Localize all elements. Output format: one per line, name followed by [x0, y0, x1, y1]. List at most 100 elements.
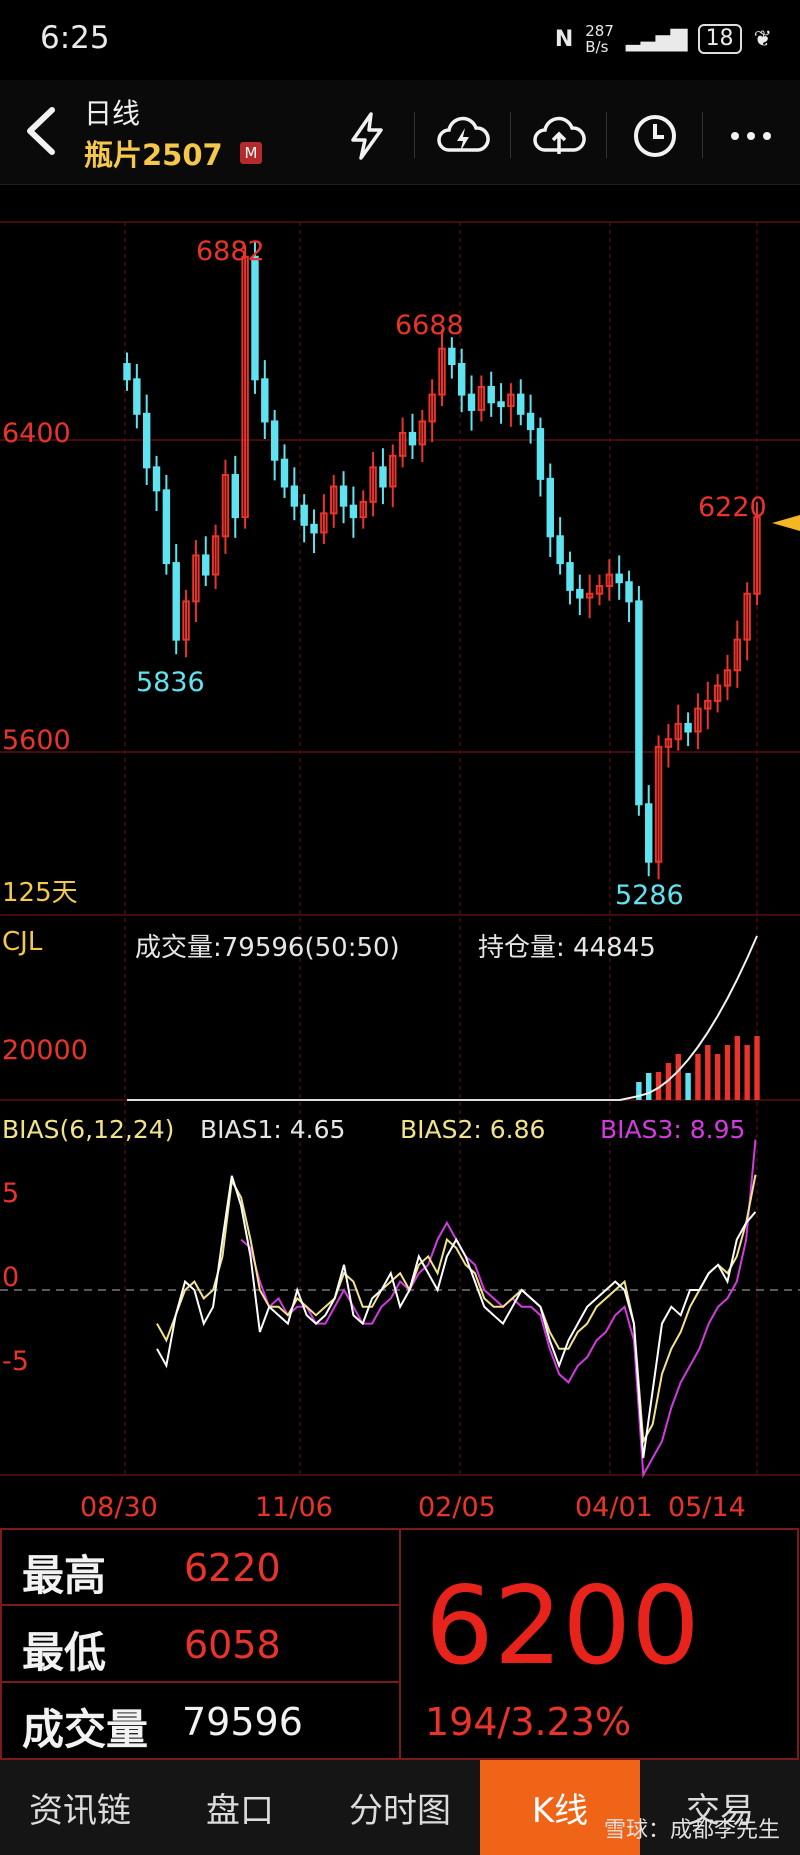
bias-ytick: 5: [2, 1178, 20, 1209]
candle-body: [684, 722, 692, 733]
flash-icon[interactable]: [330, 100, 404, 172]
nav-divider: [606, 112, 607, 158]
candle-body: [526, 412, 535, 431]
status-right: N 287 B/s ▂▃▅▇ 18 ❦: [555, 22, 772, 56]
candle-body: [231, 474, 239, 519]
volume-bar: [754, 1036, 760, 1100]
volume-value: 79596: [182, 1700, 303, 1744]
volume-bar: [646, 1073, 652, 1100]
candle-body: [635, 600, 643, 806]
bias1-line: [156, 1175, 757, 1459]
volume-ytick: 20000: [2, 1035, 88, 1066]
volume-text: 成交量:79596(50:50): [135, 933, 400, 963]
candle-body: [339, 485, 348, 507]
nav-divider: [510, 112, 511, 158]
bias-indicator-name: BIAS(6,12,24): [2, 1115, 175, 1144]
candle-body: [497, 401, 505, 408]
volume-bar: [695, 1054, 701, 1100]
last-price: 6200: [425, 1564, 700, 1689]
nav-divider: [414, 112, 415, 158]
candle-body: [310, 523, 318, 534]
bias-ytick: -5: [2, 1346, 29, 1377]
candle-body: [270, 420, 279, 461]
candle-body: [123, 363, 131, 381]
battery-indicator: 18: [697, 24, 742, 54]
volume-bar: [724, 1045, 731, 1100]
x-tick: 02/05: [418, 1492, 496, 1523]
price-ytick: 6400: [2, 418, 71, 449]
net-speed: 287 B/s: [585, 22, 614, 56]
status-time: 6:25: [40, 20, 110, 56]
volume-key: 成交量: [22, 1705, 149, 1754]
more-icon[interactable]: [714, 100, 788, 172]
bias2-line: [156, 1174, 757, 1445]
last-price-marker: [772, 515, 800, 531]
candle-body: [133, 378, 141, 415]
signal-icon: ▂▃▅▇: [625, 26, 688, 52]
bias2-value: BIAS2: 6.86: [400, 1115, 546, 1144]
volume-bar: [675, 1054, 681, 1100]
candle-body: [576, 588, 584, 599]
candle-body: [625, 581, 633, 603]
x-tick: 04/01: [575, 1492, 653, 1523]
candle-body: [162, 489, 171, 565]
open-interest-text: 持仓量: 44845: [478, 933, 656, 963]
volume-bar: [705, 1045, 711, 1100]
high-key: 最高: [22, 1551, 107, 1600]
candle-body: [457, 363, 466, 396]
low-key: 最低: [22, 1628, 107, 1677]
candle-body: [566, 562, 574, 591]
x-tick: 05/14: [668, 1492, 746, 1523]
candle-body: [556, 535, 564, 565]
quote-info-panel: 最高 6220 最低 6058 成交量 79596 6200 194/3.23%: [0, 1528, 800, 1760]
volume-bar: [744, 1045, 750, 1100]
volume-bar: [714, 1054, 721, 1100]
candle-body: [487, 385, 495, 404]
candle-body: [536, 428, 545, 480]
kline-chart[interactable]: [0, 184, 800, 1544]
x-tick: 08/30: [80, 1492, 158, 1523]
low-value: 6058: [184, 1623, 281, 1667]
bias-series: [156, 1139, 757, 1479]
cloud-flash-icon[interactable]: [426, 100, 500, 172]
high2-label: 6688: [395, 310, 464, 341]
candle-body: [261, 378, 269, 423]
candle-body: [349, 504, 358, 519]
x-tick: 11/06: [255, 1492, 333, 1523]
cloud-upload-icon[interactable]: [522, 100, 596, 172]
bias3-value: BIAS3: 8.95: [600, 1115, 746, 1144]
low2-label: 5286: [615, 880, 684, 911]
candle-body: [448, 347, 456, 365]
candle-body: [202, 554, 210, 576]
status-bar: 6:25 N 287 B/s ▂▃▅▇ 18 ❦: [0, 0, 800, 80]
period-days: 125天: [2, 878, 78, 908]
back-icon[interactable]: [18, 98, 68, 164]
volume-indicator-name: CJL: [2, 927, 43, 957]
period-label: 日线: [84, 97, 141, 130]
leaf-icon: ❦: [753, 26, 772, 52]
high-label: 6882: [196, 236, 265, 267]
nav-divider: [702, 112, 703, 158]
nfc-icon: N: [554, 26, 574, 52]
clock-icon[interactable]: [618, 100, 692, 172]
high-value: 6220: [184, 1546, 281, 1590]
chart-grid: [0, 221, 800, 1476]
low-label: 5836: [136, 667, 205, 698]
candle-body: [408, 431, 417, 446]
price-change: 194/3.23%: [425, 1700, 632, 1744]
volume-bar: [734, 1036, 741, 1100]
tab-news-chain[interactable]: 资讯链: [0, 1760, 160, 1855]
watermark: 雪球：成都李先生: [603, 1818, 780, 1843]
candle-body: [645, 803, 653, 863]
candle-body: [546, 477, 554, 538]
price-ytick: 5600: [2, 725, 71, 756]
contract-title: 瓶片2507: [84, 138, 223, 172]
last-price-label: 6220: [698, 492, 767, 523]
tab-order-book[interactable]: 盘口: [160, 1760, 320, 1855]
tab-intraday[interactable]: 分时图: [320, 1760, 480, 1855]
candle-body: [251, 255, 259, 381]
candle-body: [172, 562, 180, 641]
candle-body: [467, 393, 476, 411]
bias-ytick: 0: [2, 1262, 20, 1293]
bias1-value: BIAS1: 4.65: [200, 1115, 346, 1144]
